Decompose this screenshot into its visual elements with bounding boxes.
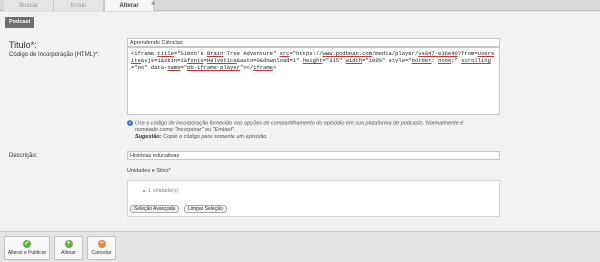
code-token: ="no" data- <box>131 64 168 71</box>
code-token: /media/player/ <box>372 50 419 57</box>
code-token: Tree Adventure" <box>223 50 280 57</box>
info-icon: i <box>127 120 133 126</box>
titulo-field[interactable]: Aprendendo Ciências <box>127 38 500 47</box>
code-token: fonts <box>187 57 204 64</box>
advanced-selection-button[interactable]: Seleção Avançada <box>130 205 180 213</box>
tab-buscar[interactable]: Buscar <box>4 0 54 11</box>
tab-label: Alterar <box>119 3 139 9</box>
help-line-1: Use o código de incorporação fornecido n… <box>135 120 464 127</box>
code-token: iframe <box>253 64 273 71</box>
tab-bar: Buscar Incluir Alterar × <box>0 0 600 12</box>
clear-selection-button[interactable]: Limpar Seleção <box>184 205 227 213</box>
codigo-embed-text: <iframe title="Simon's Brain Tree Advent… <box>131 50 494 71</box>
units-sites-box: 1 unidade(s) Seleção Avançada Limpar Sel… <box>127 180 500 217</box>
descricao-label: Descrição: <box>9 153 38 159</box>
code-token: ?from= <box>457 50 478 57</box>
bullet-icon <box>143 189 145 192</box>
units-count-text: 1 unidade(s) <box>148 188 179 194</box>
code-token: ="Simon's <box>173 50 207 57</box>
code-token: ="315" <box>322 57 346 64</box>
titulo-label: Titulo*: <box>9 40 37 50</box>
code-token: <iframe <box>131 50 158 57</box>
code-token: Brain <box>206 50 224 57</box>
codigo-embed-textarea[interactable]: <iframe title="Simon's Brain Tree Advent… <box>127 47 500 115</box>
save-publish-label: Alterar e Publicar <box>7 250 47 256</box>
code-token: width <box>345 57 363 64</box>
code-token: ;" <box>451 57 462 64</box>
action-footer: ✓ Alterar e Publicar + Alterar − Cancela… <box>0 231 600 262</box>
embed-help-text: i Use o código de incorporação fornecido … <box>127 120 507 141</box>
save-button[interactable]: + Alterar <box>54 236 83 260</box>
help-suggest-label: Sugestão: <box>135 134 162 141</box>
tab-label: Buscar <box>19 3 38 9</box>
code-token: title <box>157 50 174 57</box>
descricao-field[interactable]: Histórias educativas <box>127 151 500 160</box>
save-publish-button[interactable]: ✓ Alterar e Publicar <box>4 236 50 260</box>
cancel-button[interactable]: − Cancelar <box>87 236 116 260</box>
help-line-2: nomeado como "Incorporar" ou "Embed". <box>135 127 236 134</box>
code-token: none <box>438 57 452 64</box>
code-token: border <box>411 57 432 64</box>
save-label: Alterar <box>61 250 76 256</box>
code-token: > <box>272 64 277 71</box>
minus-icon: − <box>97 240 106 248</box>
codigo-label: Código de Incorporação (HTML)*: <box>9 52 100 58</box>
tab-label: Incluir <box>70 3 87 9</box>
help-suggest-text: Copie o código para somente um episódio. <box>161 134 268 141</box>
plus-icon: + <box>64 240 73 248</box>
close-tab-icon[interactable]: × <box>149 1 157 9</box>
section-badge: Podcast <box>5 17 35 28</box>
code-token: scrolling <box>461 57 491 64</box>
code-token: pb-iframe-player <box>187 64 240 71</box>
code-token: src <box>279 50 290 57</box>
code-token: Helvetica <box>206 57 237 64</box>
code-token: vs847-e36e40 <box>418 50 458 57</box>
code-token: height <box>302 57 323 64</box>
cancel-label: Cancelar <box>91 250 112 256</box>
units-count[interactable]: 1 unidade(s) <box>143 188 179 194</box>
tab-incluir[interactable]: Incluir <box>54 0 104 11</box>
units-sites-title: Unidades e Sites* <box>127 168 171 174</box>
check-icon: ✓ <box>23 240 31 248</box>
code-token: &vjs=1&skin=1& <box>140 57 188 64</box>
code-token: "></ <box>239 64 254 71</box>
code-token: ="https:// <box>289 50 323 57</box>
code-token: www.podbean.com <box>322 50 372 57</box>
code-token: name <box>167 64 181 71</box>
code-token: &auto=0&download=1" <box>236 57 303 64</box>
code-token: ="100%" style=" <box>362 57 412 64</box>
